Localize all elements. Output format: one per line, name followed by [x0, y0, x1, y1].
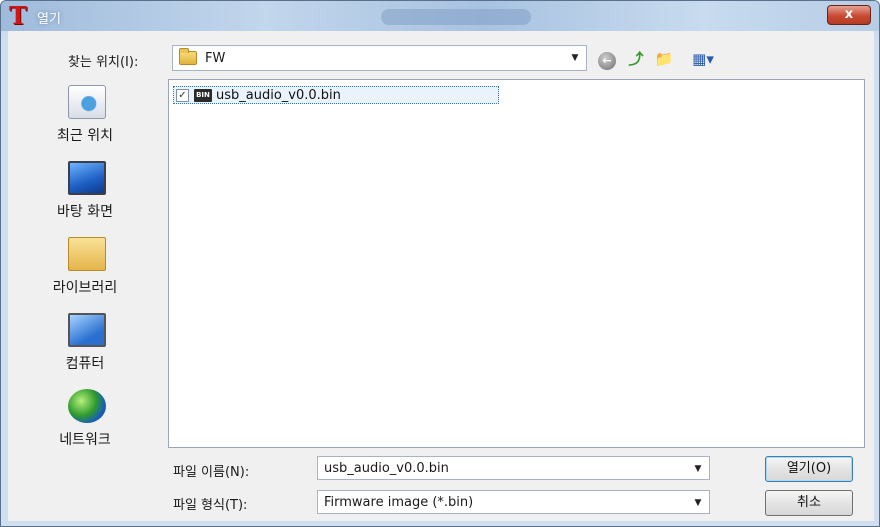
recent-places-icon: [68, 85, 106, 119]
open-button[interactable]: 열기(O): [765, 456, 853, 482]
up-arrow-icon: ⤴: [628, 50, 644, 68]
file-type-value: Firmware image (*.bin): [324, 495, 474, 510]
file-name: usb_audio_v0.0.bin: [216, 88, 341, 103]
file-list[interactable]: ✓ BIN usb_audio_v0.0.bin: [168, 79, 865, 448]
title-bar[interactable]: T 열기 x: [1, 1, 879, 31]
up-folder-button[interactable]: ⤴: [625, 49, 647, 69]
chevron-down-icon[interactable]: ▼: [568, 50, 582, 66]
window-title: 열기: [37, 12, 61, 27]
close-button[interactable]: x: [827, 5, 871, 25]
dialog-body: 찾는 위치(I): FW ▼ ← ⤴ 📁 ▦▾ 최근 위치 바탕 화면 라이브러…: [8, 31, 874, 521]
computer-icon: [68, 313, 106, 347]
chevron-down-icon[interactable]: ▼: [691, 495, 705, 511]
cancel-button[interactable]: 취소: [765, 490, 853, 516]
back-arrow-icon: ←: [598, 52, 616, 70]
view-menu-button[interactable]: ▦▾: [683, 49, 723, 69]
view-menu-icon: ▦▾: [692, 50, 714, 68]
list-item[interactable]: ✓ BIN usb_audio_v0.0.bin: [173, 86, 499, 104]
open-file-dialog: T 열기 x 찾는 위치(I): FW ▼ ← ⤴ 📁 ▦▾ 최근 위치 바탕 …: [0, 0, 880, 527]
place-label: 컴퓨터: [65, 356, 105, 372]
file-type-select[interactable]: Firmware image (*.bin) ▼: [317, 490, 710, 514]
place-library[interactable]: 라이브러리: [8, 229, 162, 303]
look-in-dropdown[interactable]: FW ▼: [172, 45, 587, 71]
file-name-label: 파일 이름(N):: [173, 465, 250, 480]
title-bar-glare: [381, 9, 531, 25]
place-label: 네트워크: [59, 432, 111, 448]
file-checkbox[interactable]: ✓: [176, 89, 189, 102]
place-label: 바탕 화면: [57, 204, 113, 220]
back-button[interactable]: ←: [596, 49, 618, 70]
place-computer[interactable]: 컴퓨터: [8, 305, 162, 379]
bin-file-icon: BIN: [194, 89, 212, 102]
app-logo-icon: T: [9, 1, 27, 30]
folder-icon: [179, 48, 197, 65]
file-name-field[interactable]: usb_audio_v0.0.bin ▼: [317, 456, 710, 480]
file-type-label: 파일 형식(T):: [173, 498, 248, 513]
look-in-label: 찾는 위치(I):: [68, 55, 139, 70]
network-icon: [68, 389, 106, 423]
place-network[interactable]: 네트워크: [8, 381, 162, 455]
place-label: 라이브러리: [52, 280, 118, 296]
place-recent[interactable]: 최근 위치: [8, 77, 162, 151]
new-folder-button[interactable]: 📁: [653, 49, 675, 69]
desktop-icon: [68, 161, 106, 195]
places-bar: 최근 위치 바탕 화면 라이브러리 컴퓨터 네트워크: [8, 77, 162, 497]
place-label: 최근 위치: [57, 128, 113, 144]
place-desktop[interactable]: 바탕 화면: [8, 153, 162, 227]
chevron-down-icon[interactable]: ▼: [691, 461, 705, 477]
file-name-value: usb_audio_v0.0.bin: [324, 461, 449, 476]
new-folder-icon: 📁: [654, 50, 674, 68]
library-icon: [68, 237, 106, 271]
look-in-value: FW: [205, 51, 226, 66]
